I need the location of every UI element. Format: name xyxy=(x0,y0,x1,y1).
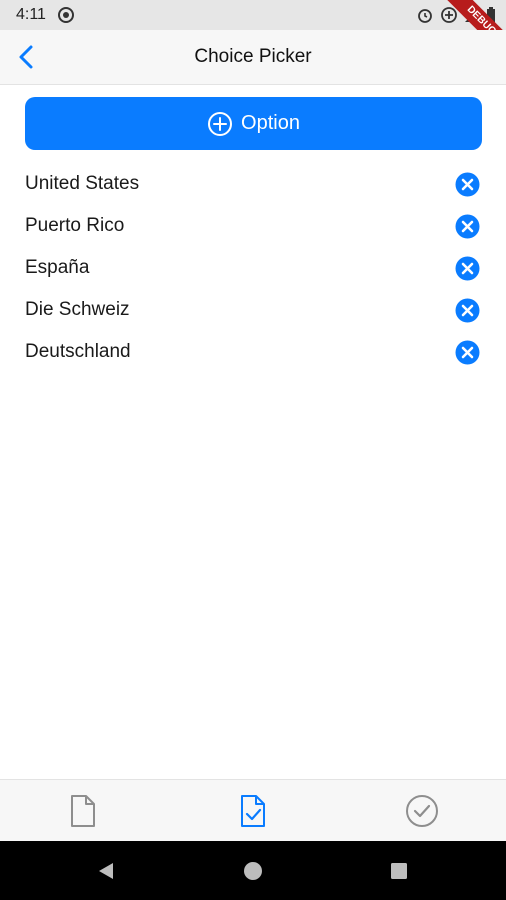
list-item: Deutschland xyxy=(0,331,506,373)
system-nav-bar xyxy=(0,841,506,900)
remove-option-icon[interactable] xyxy=(455,340,480,365)
add-option-button[interactable]: Option xyxy=(25,97,482,150)
checkmark-circle-icon[interactable] xyxy=(402,791,442,831)
remove-option-icon[interactable] xyxy=(455,172,480,197)
option-label: Die Schweiz xyxy=(25,299,130,320)
list-item: Puerto Rico xyxy=(0,205,506,247)
list-item: Die Schweiz xyxy=(0,289,506,331)
page-title: Choice Picker xyxy=(194,46,312,67)
sync-status-icon xyxy=(58,7,74,23)
option-label: España xyxy=(25,257,90,278)
option-label: United States xyxy=(25,173,140,194)
document-icon[interactable] xyxy=(63,791,103,831)
document-check-icon[interactable] xyxy=(233,791,273,831)
remove-option-icon[interactable] xyxy=(455,256,480,281)
option-label: Puerto Rico xyxy=(25,215,125,236)
option-list: United States Puerto Rico España Die Sch… xyxy=(0,163,506,373)
system-recents-icon[interactable] xyxy=(390,862,408,880)
status-bar: 4:11 DEBUG xyxy=(0,0,506,67)
list-item: España xyxy=(0,247,506,289)
alarm-icon xyxy=(418,9,432,23)
nav-bar: Choice Picker xyxy=(0,30,506,85)
system-home-icon[interactable] xyxy=(243,861,263,881)
add-option-label: Option xyxy=(241,112,300,134)
system-back-icon[interactable] xyxy=(96,861,116,881)
remove-option-icon[interactable] xyxy=(455,298,480,323)
list-item: United States xyxy=(0,163,506,205)
status-time: 4:11 xyxy=(16,6,46,23)
plus-circle-icon xyxy=(208,111,233,136)
tab-bar xyxy=(0,779,506,842)
option-label: Deutschland xyxy=(25,341,131,362)
remove-option-icon[interactable] xyxy=(455,214,480,239)
